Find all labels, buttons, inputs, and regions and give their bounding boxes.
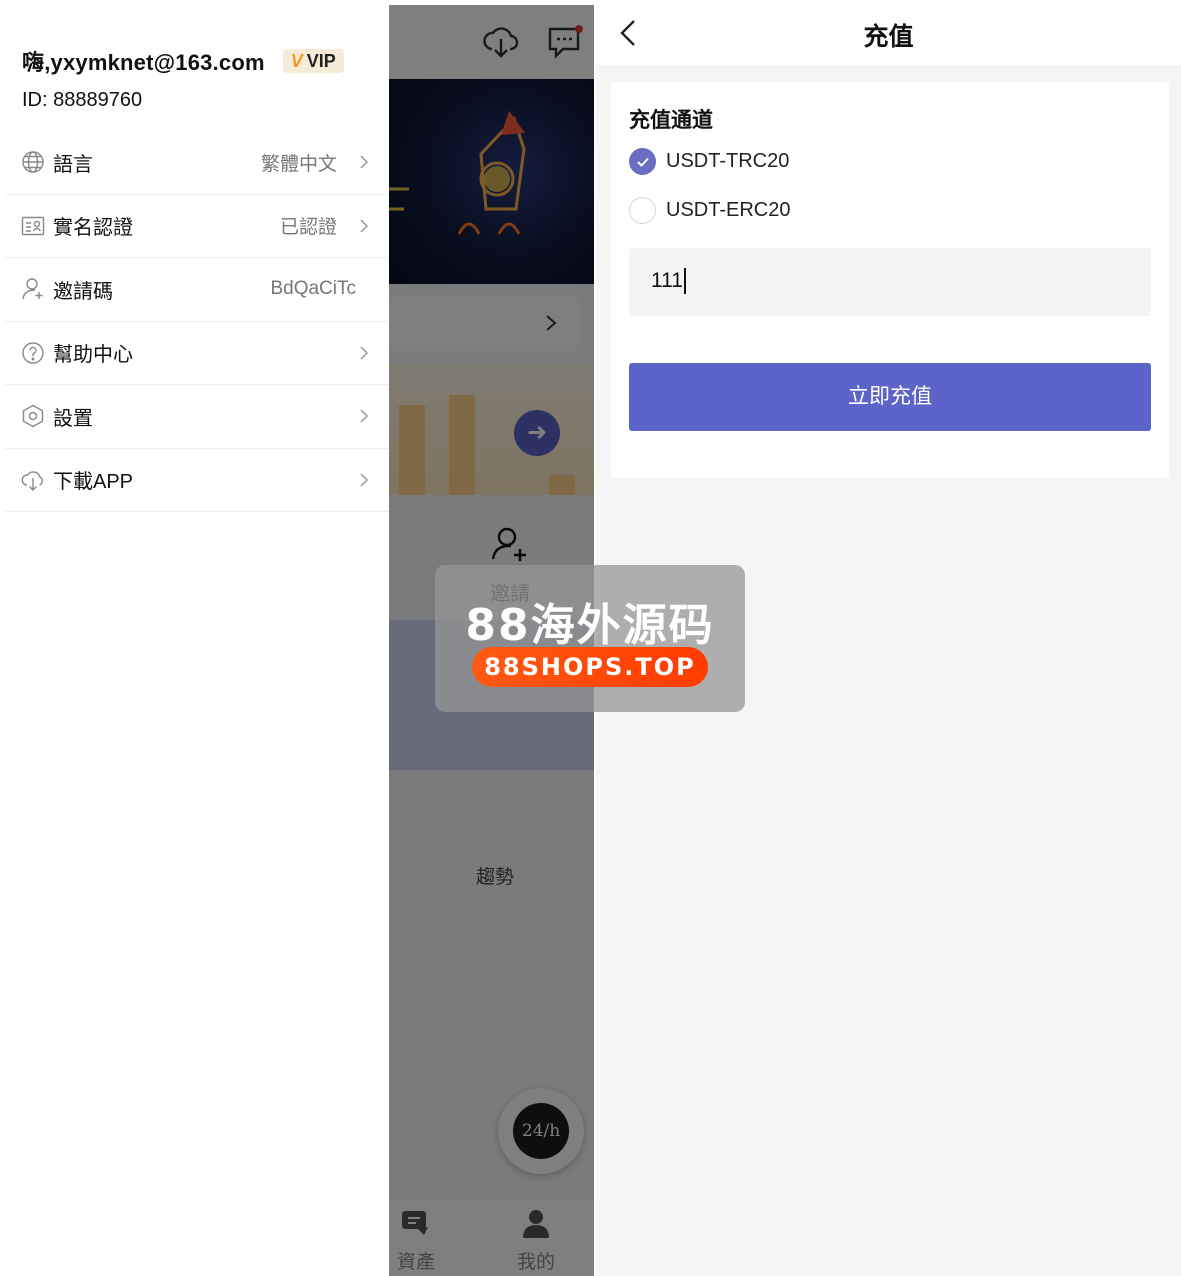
globe-icon bbox=[21, 150, 45, 174]
invite-code-value[interactable]: BdQaCiTc bbox=[270, 278, 356, 300]
channel-label: USDT-TRC20 bbox=[666, 150, 790, 172]
recharge-card: 充值通道 USDT-TRC20 USDT-ERC20 111 立即充值 bbox=[611, 82, 1169, 478]
channel-option-trc20[interactable]: USDT-TRC20 bbox=[629, 148, 789, 175]
menu-item-value: 已認證 bbox=[279, 217, 337, 239]
text-caret bbox=[683, 268, 686, 294]
watermark-url: 88SHOPS.TOP bbox=[472, 647, 708, 687]
menu-item-label: 設置 bbox=[53, 407, 93, 430]
vip-label: VIP bbox=[306, 50, 336, 71]
side-drawer: 嗨,yxymknet@163.com V VIP ID: 88889760 語言… bbox=[5, 5, 389, 1276]
settings-hexagon-icon bbox=[21, 404, 45, 428]
page-header: 充值 bbox=[596, 5, 1181, 65]
menu-item-label: 語言 bbox=[53, 153, 93, 176]
channel-option-erc20[interactable]: USDT-ERC20 bbox=[629, 197, 790, 224]
chevron-right-icon bbox=[360, 155, 369, 169]
menu-item-verification[interactable]: 實名認證 已認證 bbox=[5, 195, 389, 258]
chevron-right-icon bbox=[360, 219, 369, 233]
amount-input-field[interactable]: 111 bbox=[629, 248, 1151, 316]
radio-checked[interactable] bbox=[629, 148, 656, 175]
chevron-right-icon bbox=[360, 473, 369, 487]
cloud-download-icon bbox=[21, 468, 45, 492]
checkmark-icon bbox=[636, 157, 649, 167]
menu-item-language[interactable]: 語言 繁體中文 bbox=[5, 131, 389, 195]
chevron-right-icon bbox=[360, 346, 369, 360]
radio-unchecked[interactable] bbox=[629, 197, 656, 224]
vip-mark-icon: V bbox=[290, 50, 303, 71]
id-card-icon bbox=[21, 214, 45, 238]
page-title: 充值 bbox=[863, 23, 914, 51]
menu-item-label: 幫助中心 bbox=[53, 344, 133, 367]
user-id: ID: 88889760 bbox=[22, 89, 143, 111]
chevron-right-icon bbox=[360, 409, 369, 423]
watermark-title: 88海外源码 bbox=[465, 600, 715, 651]
menu-item-label: 實名認證 bbox=[53, 217, 133, 240]
recharge-now-button[interactable]: 立即充值 bbox=[629, 363, 1151, 431]
menu-item-settings[interactable]: 設置 bbox=[5, 385, 389, 449]
amount-value: 111 bbox=[651, 269, 683, 292]
watermark-logo: 88海外源码 88SHOPS.TOP bbox=[435, 565, 745, 712]
user-add-icon bbox=[21, 277, 45, 301]
menu-item-invite-code[interactable]: 邀請碼 BdQaCiTc bbox=[5, 258, 389, 322]
menu-item-label: 下載APP bbox=[53, 471, 134, 494]
user-profile-header: 嗨,yxymknet@163.com V VIP ID: 88889760 bbox=[5, 5, 389, 131]
vip-badge: V VIP bbox=[282, 49, 344, 73]
channel-section-title: 充值通道 bbox=[629, 109, 713, 132]
help-circle-icon bbox=[21, 341, 45, 365]
menu-item-value: 繁體中文 bbox=[260, 153, 337, 175]
user-greeting: 嗨,yxymknet@163.com bbox=[22, 50, 265, 75]
menu-item-download-app[interactable]: 下載APP bbox=[5, 449, 389, 512]
menu-item-help-center[interactable]: 幫助中心 bbox=[5, 322, 389, 385]
channel-label: USDT-ERC20 bbox=[666, 199, 791, 221]
menu-item-label: 邀請碼 bbox=[53, 280, 113, 303]
